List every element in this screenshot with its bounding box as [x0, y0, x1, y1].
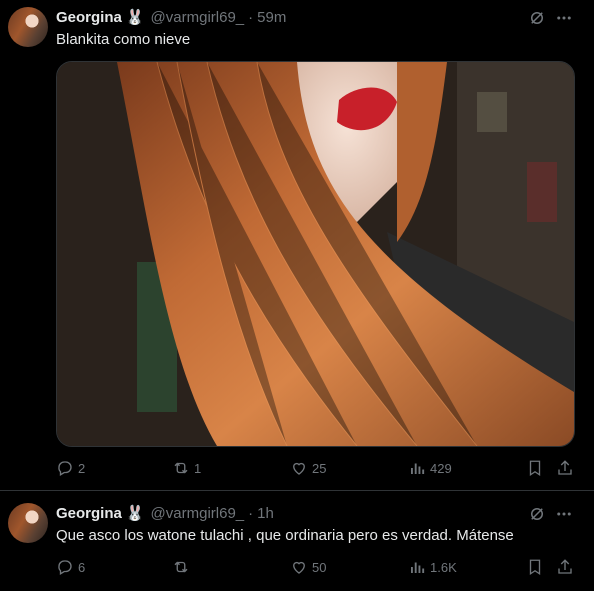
retweet-button[interactable] — [172, 557, 194, 577]
rabbit-badge-icon: 🐰 — [125, 9, 145, 26]
views-icon — [411, 463, 425, 474]
author-handle[interactable]: @varmgirl69_ — [151, 505, 245, 522]
like-icon — [293, 462, 305, 475]
tweet-photo[interactable] — [56, 61, 575, 447]
like-icon — [293, 561, 305, 574]
retweet-button[interactable]: 1 — [172, 458, 201, 478]
tweet-actions: 2 1 25 429 — [56, 458, 576, 478]
photo-illustration — [57, 62, 574, 446]
tweet-header: Georgina 🐰 @varmgirl69_ · 59m — [56, 7, 286, 27]
author-name[interactable]: Georgina — [56, 9, 122, 26]
retweet-count: 1 — [194, 460, 202, 476]
views-count: 429 — [430, 460, 452, 476]
author-handle[interactable]: @varmgirl69_ — [151, 9, 245, 26]
share-icon — [558, 460, 572, 475]
retweet-icon — [174, 561, 188, 573]
share-button[interactable] — [556, 458, 574, 478]
share-icon — [558, 559, 572, 574]
reply-count: 2 — [78, 460, 86, 476]
reply-button[interactable]: 2 — [56, 458, 85, 478]
like-count: 25 — [312, 460, 327, 476]
bookmark-icon — [529, 460, 541, 477]
views-button[interactable]: 1.6K — [408, 557, 457, 577]
grok-icon[interactable] — [527, 8, 547, 28]
avatar[interactable] — [8, 7, 48, 47]
bookmark-button[interactable] — [526, 557, 544, 577]
reply-icon — [58, 461, 72, 476]
tweet-text: Blankita como nieve — [56, 31, 191, 48]
separator-dot: · — [248, 8, 254, 26]
views-icon — [411, 562, 425, 573]
tweet-actions: 6 50 1.6K — [56, 557, 576, 577]
views-count: 1.6K — [430, 559, 457, 575]
bookmark-icon — [529, 559, 541, 576]
reply-count: 6 — [78, 559, 86, 575]
more-icon[interactable] — [554, 8, 574, 28]
like-button[interactable]: 25 — [290, 458, 326, 478]
author-name[interactable]: Georgina — [56, 505, 122, 522]
timestamp[interactable]: 59m — [257, 9, 286, 26]
grok-icon[interactable] — [527, 504, 547, 524]
reply-icon — [58, 560, 72, 575]
avatar[interactable] — [8, 503, 48, 543]
like-button[interactable]: 50 — [290, 557, 326, 577]
reply-button[interactable]: 6 — [56, 557, 85, 577]
bookmark-button[interactable] — [526, 458, 544, 478]
tweet-text: Que asco los watone tulachi , que ordina… — [56, 527, 514, 544]
rabbit-badge-icon: 🐰 — [125, 505, 145, 522]
timestamp[interactable]: 1h — [257, 505, 274, 522]
tweet-header: Georgina 🐰 @varmgirl69_ · 1h — [56, 503, 274, 523]
separator-dot: · — [248, 504, 254, 522]
retweet-icon — [174, 462, 188, 474]
views-button[interactable]: 429 — [408, 458, 452, 478]
like-count: 50 — [312, 559, 327, 575]
share-button[interactable] — [556, 557, 574, 577]
more-icon[interactable] — [554, 504, 574, 524]
